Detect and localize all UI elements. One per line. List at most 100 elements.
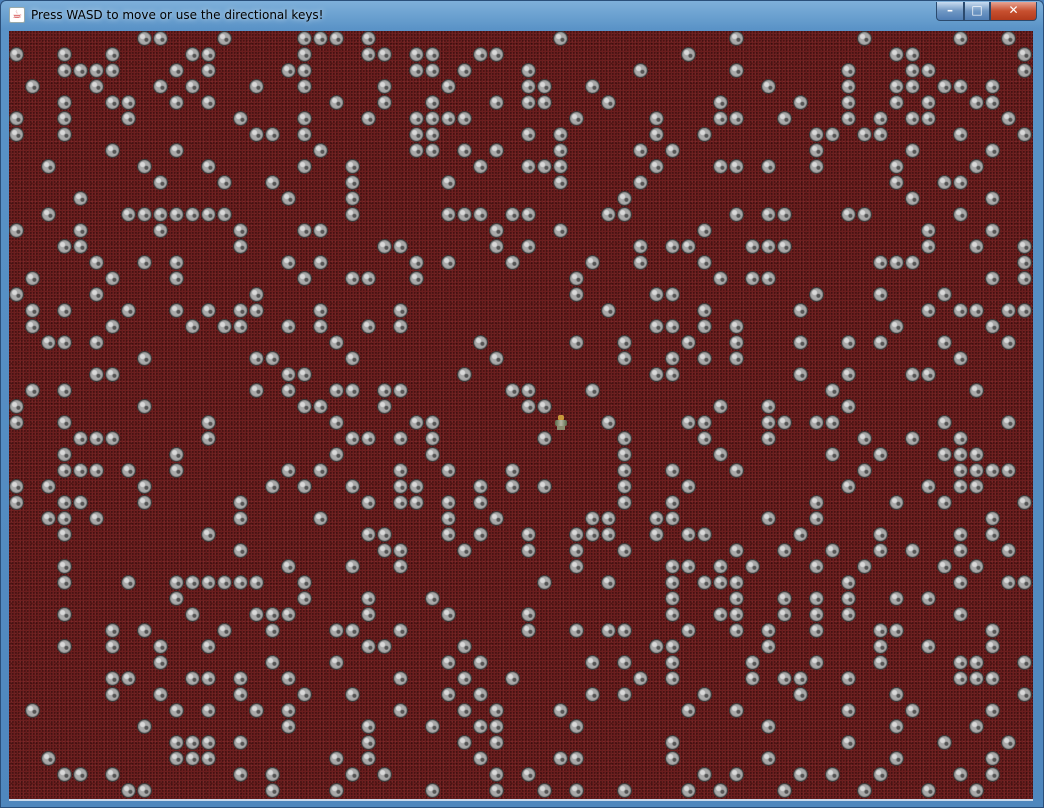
stone-tile	[217, 31, 232, 46]
stone-tile	[137, 623, 152, 638]
stone-tile	[409, 127, 424, 142]
stone-tile	[889, 47, 904, 62]
stone-tile	[457, 735, 472, 750]
stone-tile	[473, 655, 488, 670]
stone-tile	[569, 751, 584, 766]
stone-tile	[681, 527, 696, 542]
stone-tile	[425, 127, 440, 142]
stone-tile	[665, 639, 680, 654]
stone-tile	[905, 143, 920, 158]
stone-tile	[121, 207, 136, 222]
stone-tile	[697, 687, 712, 702]
stone-tile	[57, 335, 72, 350]
stone-tile	[9, 479, 24, 494]
stone-tile	[633, 143, 648, 158]
close-button[interactable]: ✕	[990, 2, 1037, 21]
stone-tile	[313, 223, 328, 238]
maximize-button[interactable]: □	[964, 2, 990, 21]
stone-tile	[985, 191, 1000, 206]
stone-tile	[489, 783, 504, 798]
stone-tile	[953, 767, 968, 782]
title-bar[interactable]: ☕ Press WASD to move or use the directio…	[1, 1, 1043, 29]
game-canvas[interactable]	[9, 31, 1033, 799]
stone-tile	[937, 559, 952, 574]
stone-tile	[313, 319, 328, 334]
stone-tile	[617, 687, 632, 702]
stone-tile	[505, 463, 520, 478]
stone-tile	[425, 111, 440, 126]
stone-tile	[825, 127, 840, 142]
stone-tile	[985, 527, 1000, 542]
stone-tile	[265, 479, 280, 494]
stone-tile	[553, 703, 568, 718]
stone-tile	[457, 703, 472, 718]
stone-tile	[441, 79, 456, 94]
stone-tile	[569, 335, 584, 350]
stone-tile	[969, 719, 984, 734]
stone-tile	[105, 431, 120, 446]
stone-tile	[169, 735, 184, 750]
stone-tile	[937, 175, 952, 190]
stone-tile	[505, 207, 520, 222]
stone-tile	[953, 127, 968, 142]
stone-tile	[169, 271, 184, 286]
minimize-button[interactable]: –	[936, 2, 964, 21]
stone-tile	[713, 271, 728, 286]
stone-tile	[953, 31, 968, 46]
stone-tile	[569, 623, 584, 638]
stone-tile	[953, 671, 968, 686]
stone-tile	[809, 511, 824, 526]
stone-tile	[905, 703, 920, 718]
stone-tile	[761, 239, 776, 254]
stone-tile	[697, 223, 712, 238]
stone-tile	[73, 767, 88, 782]
stone-tile	[361, 431, 376, 446]
stone-tile	[409, 47, 424, 62]
stone-tile	[489, 735, 504, 750]
stone-tile	[137, 783, 152, 798]
stone-tile	[233, 319, 248, 334]
window-bottom-border	[9, 799, 1033, 801]
stone-tile	[841, 671, 856, 686]
stone-tile	[217, 175, 232, 190]
stone-tile	[617, 191, 632, 206]
stone-tile	[521, 767, 536, 782]
stone-tile	[201, 735, 216, 750]
stone-tile	[697, 303, 712, 318]
stone-tile	[393, 623, 408, 638]
stone-tile	[57, 47, 72, 62]
stone-tile	[1001, 335, 1016, 350]
stone-tile	[281, 703, 296, 718]
stone-tile	[809, 143, 824, 158]
stone-tile	[793, 95, 808, 110]
stone-tile	[665, 607, 680, 622]
stone-tile	[729, 703, 744, 718]
stone-tile	[121, 463, 136, 478]
stone-tile	[137, 719, 152, 734]
stone-tile	[313, 303, 328, 318]
stone-tile	[425, 63, 440, 78]
stone-tile	[425, 95, 440, 110]
stone-tile	[457, 207, 472, 222]
stone-tile	[697, 255, 712, 270]
stone-tile	[969, 303, 984, 318]
stone-tile	[473, 751, 488, 766]
stone-tile	[489, 223, 504, 238]
stone-tile	[553, 127, 568, 142]
stone-tile	[57, 95, 72, 110]
stone-tile	[841, 479, 856, 494]
stone-tile	[377, 767, 392, 782]
stone-tile	[233, 223, 248, 238]
stone-tile	[921, 223, 936, 238]
stone-tile	[329, 783, 344, 798]
stone-tile	[681, 47, 696, 62]
stone-tile	[905, 543, 920, 558]
stone-tile	[761, 431, 776, 446]
stone-tile	[681, 479, 696, 494]
game-window: ☕ Press WASD to move or use the directio…	[0, 0, 1044, 808]
stone-tile	[89, 463, 104, 478]
stone-tile	[793, 367, 808, 382]
stone-tile	[537, 95, 552, 110]
stone-tile	[345, 687, 360, 702]
stone-tile	[169, 703, 184, 718]
